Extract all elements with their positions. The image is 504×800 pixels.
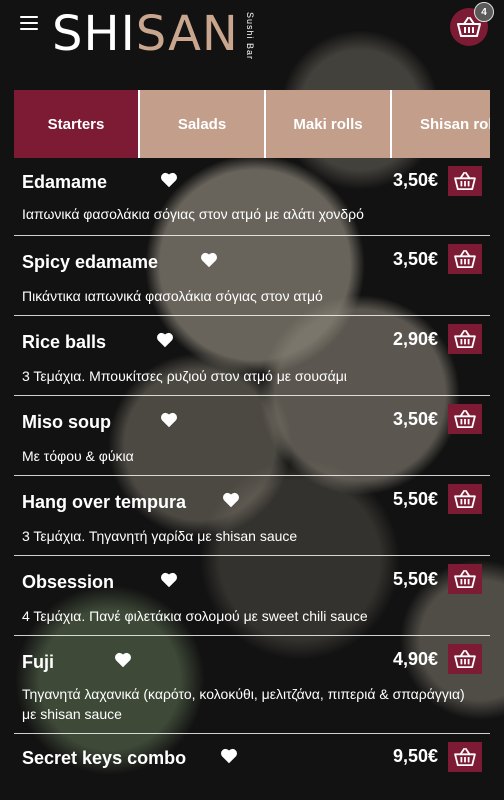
category-tabs: Starters Salads Maki rolls Shisan rolls <box>14 90 490 158</box>
basket-icon <box>454 330 476 348</box>
heart-icon[interactable] <box>222 492 240 508</box>
basket-icon <box>454 650 476 668</box>
menu-item: Miso soup 3,50€ Με τόφου & φύκια <box>14 396 490 476</box>
logo-shi: SHI <box>52 6 136 62</box>
app-header: SHISAN Sushi Bar 4 <box>0 0 504 70</box>
heart-icon[interactable] <box>200 252 218 268</box>
logo-wordmark: SHISAN <box>52 6 239 62</box>
menu-item: Rice balls 2,90€ 3 Τεμάχια. Μπουκίτσες ρ… <box>14 316 490 396</box>
item-name: Obsession <box>22 572 115 592</box>
item-name: Hang over tempura <box>22 492 187 512</box>
heart-icon[interactable] <box>160 172 178 188</box>
item-description: Με τόφου & φύκια <box>22 448 134 464</box>
item-price: 5,50€ <box>392 569 438 589</box>
add-to-cart-button[interactable] <box>448 324 482 354</box>
heart-icon[interactable] <box>156 332 174 348</box>
menu-item: Obsession 5,50€ 4 Τεμάχια. Πανέ φιλετάκι… <box>14 556 490 636</box>
add-to-cart-button[interactable] <box>448 244 482 274</box>
add-to-cart-button[interactable] <box>448 742 482 772</box>
logo-subtitle: Sushi Bar <box>244 12 255 61</box>
basket-icon <box>454 748 476 766</box>
tab-starters[interactable]: Starters <box>14 90 140 158</box>
add-to-cart-button[interactable] <box>448 484 482 514</box>
item-price: 4,90€ <box>392 649 438 669</box>
basket-icon <box>454 570 476 588</box>
item-name: Miso soup <box>22 412 111 432</box>
item-price: 2,90€ <box>392 329 438 349</box>
basket-icon <box>454 250 476 268</box>
add-to-cart-button[interactable] <box>448 166 482 196</box>
item-name: Spicy edamame <box>22 252 159 272</box>
item-name: Secret keys combo <box>22 748 187 768</box>
heart-icon[interactable] <box>220 748 238 764</box>
menu-item: Spicy edamame 3,50€ Πικάντικα ιαπωνικά φ… <box>14 236 490 316</box>
cart-count-badge: 4 <box>474 2 494 22</box>
shisan-logo[interactable]: SHISAN Sushi Bar <box>52 6 255 62</box>
item-price: 5,50€ <box>392 489 438 509</box>
item-price: 3,50€ <box>392 170 438 190</box>
heart-icon[interactable] <box>160 572 178 588</box>
item-description: Τηγανητά λαχανικά (καρότο, κολοκύθι, μελ… <box>22 686 465 722</box>
basket-icon <box>454 410 476 428</box>
menu-item: Hang over tempura 5,50€ 3 Τεμάχια. Τηγαν… <box>14 476 490 556</box>
item-description: Πικάντικα ιαπωνικά φασολάκια σόγιας στον… <box>22 288 323 304</box>
add-to-cart-button[interactable] <box>448 404 482 434</box>
logo-san: SAN <box>135 6 239 62</box>
item-name: Rice balls <box>22 332 107 352</box>
basket-icon <box>454 490 476 508</box>
menu-item: Edamame 3,50€ Ιαπωνικά φασολάκια σόγιας … <box>14 158 490 236</box>
tab-shisan-rolls[interactable]: Shisan rolls <box>392 90 490 158</box>
tab-salads[interactable]: Salads <box>140 90 266 158</box>
add-to-cart-button[interactable] <box>448 644 482 674</box>
item-description: 3 Τεμάχια. Τηγανητή γαρίδα με shisan sau… <box>22 528 298 544</box>
add-to-cart-button[interactable] <box>448 564 482 594</box>
item-description: 4 Τεμάχια. Πανέ φιλετάκια σολομού με swe… <box>22 608 368 624</box>
tab-maki-rolls[interactable]: Maki rolls <box>266 90 392 158</box>
heart-icon[interactable] <box>160 412 178 428</box>
item-price: 9,50€ <box>392 746 438 766</box>
item-name: Fuji <box>22 652 54 672</box>
cart-button[interactable]: 4 <box>450 2 494 46</box>
item-price: 3,50€ <box>392 249 438 269</box>
item-price: 3,50€ <box>392 409 438 429</box>
heart-icon[interactable] <box>114 652 132 668</box>
item-description: 3 Τεμάχια. Μπουκίτσες ρυζιού στον ατμό μ… <box>22 368 347 384</box>
basket-icon <box>454 172 476 190</box>
menu-item: Fuji 4,90€ Τηγανητά λαχανικά (καρότο, κο… <box>14 636 490 734</box>
hamburger-menu-icon[interactable] <box>20 16 38 32</box>
item-name: Edamame <box>22 172 108 192</box>
item-description: Ιαπωνικά φασολάκια σόγιας στον ατμό με α… <box>22 206 364 222</box>
menu-item: Secret keys combo 9,50€ <box>14 734 490 800</box>
